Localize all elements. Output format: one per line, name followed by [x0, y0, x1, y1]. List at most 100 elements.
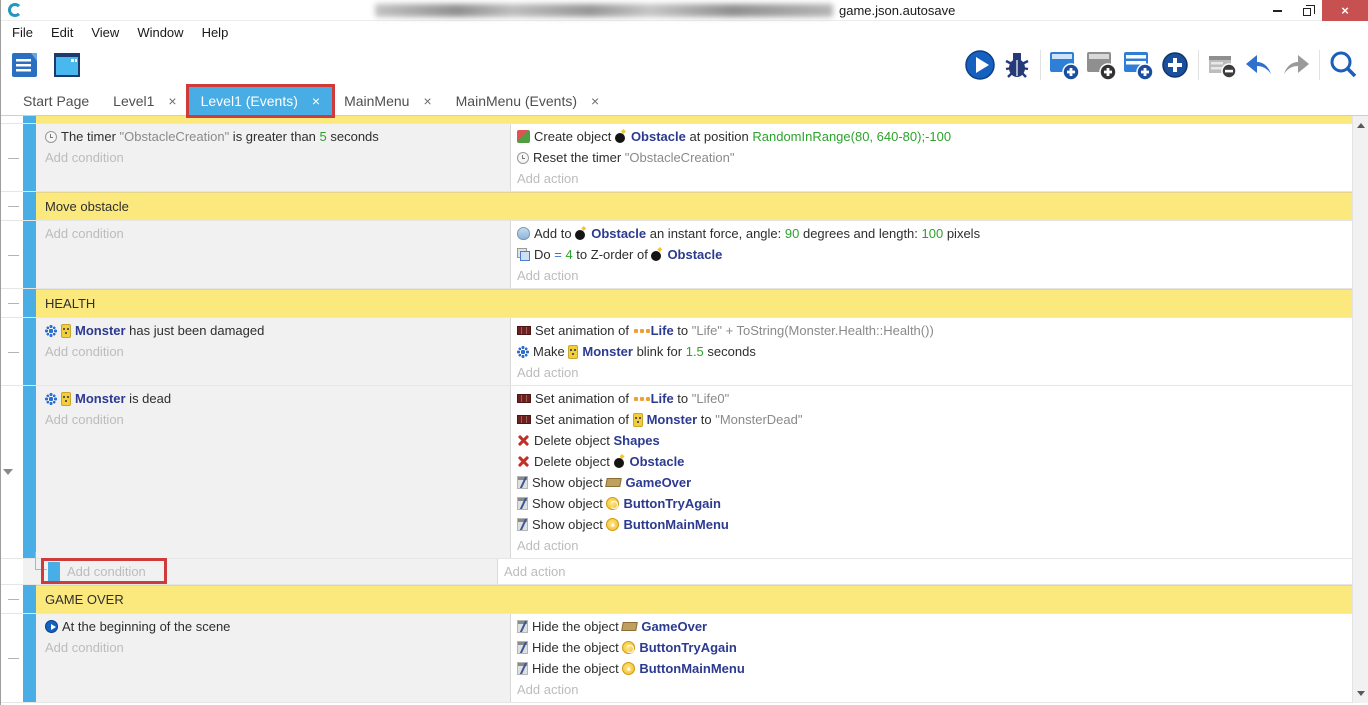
button-mainmenu-object-icon — [622, 662, 635, 675]
condition-line[interactable]: Monster is dead — [45, 388, 510, 409]
debug-button[interactable] — [1000, 48, 1034, 82]
add-action-button[interactable]: Add action — [517, 679, 1352, 700]
add-extension-button[interactable] — [1158, 48, 1192, 82]
add-external-layout-button[interactable] — [1121, 48, 1155, 82]
action-line[interactable]: Do = 4 to Z-order of Obstacle — [517, 244, 1352, 265]
event-selection-bar[interactable] — [23, 124, 36, 191]
add-action-button[interactable]: Add action — [504, 561, 1352, 582]
add-condition-button[interactable]: Add condition — [45, 341, 510, 362]
action-line[interactable]: Delete object Shapes — [517, 430, 1352, 451]
action-line[interactable]: Show object ButtonMainMenu — [517, 514, 1352, 535]
event-group-header[interactable]: Move obstacle — [36, 192, 1352, 220]
tab-mainmenu[interactable]: MainMenu× — [332, 87, 444, 115]
event-group-header[interactable]: GAME OVER — [36, 585, 1352, 613]
search-button[interactable] — [1326, 48, 1360, 82]
rail-tick — [8, 206, 19, 207]
undo-icon — [1243, 49, 1275, 81]
tab-close-icon[interactable]: × — [591, 93, 599, 109]
scroll-up-arrow-icon[interactable] — [1357, 123, 1365, 128]
add-action-button[interactable]: Add action — [517, 362, 1352, 383]
action-line[interactable]: Create object Obstacle at position Rando… — [517, 126, 1352, 147]
event-group-partial[interactable] — [36, 116, 1352, 123]
tab-label: Level1 — [113, 93, 154, 109]
restore-button[interactable] — [1292, 0, 1322, 21]
action-line[interactable]: Hide the object ButtonTryAgain — [517, 637, 1352, 658]
event-selection-bar[interactable] — [23, 614, 36, 702]
toolbar-separator — [1040, 50, 1041, 80]
play-icon — [964, 49, 996, 81]
conditions-cell: Monster has just been damagedAdd conditi… — [36, 318, 511, 385]
toggle-events-disabled-button[interactable] — [1205, 48, 1239, 82]
text-segment: Do — [534, 247, 554, 262]
tab-close-icon[interactable]: × — [423, 93, 431, 109]
conditions-cell: Monster is deadAdd condition — [36, 386, 511, 558]
toolbar-separator — [1319, 50, 1320, 80]
gameover-object-icon — [606, 478, 623, 487]
event-group-header[interactable]: HEALTH — [36, 289, 1352, 317]
add-action-button[interactable]: Add action — [517, 535, 1352, 556]
add-condition-button[interactable]: Add condition — [45, 409, 510, 430]
event-rail — [1, 221, 23, 288]
tab-start-page[interactable]: Start Page — [11, 87, 101, 115]
redo-button[interactable] — [1279, 48, 1313, 82]
text-segment: at position — [686, 129, 753, 144]
start-page-button[interactable] — [51, 48, 85, 82]
action-line[interactable]: Hide the object GameOver — [517, 616, 1352, 637]
condition-line[interactable]: The timer "ObstacleCreation" is greater … — [45, 126, 510, 147]
condition-line[interactable]: Monster has just been damaged — [45, 320, 510, 341]
action-line[interactable]: Set animation of Monster to "MonsterDead… — [517, 409, 1352, 430]
menu-window[interactable]: Window — [128, 25, 192, 40]
condition-line[interactable]: At the beginning of the scene — [45, 616, 510, 637]
action-line[interactable]: Show object GameOver — [517, 472, 1352, 493]
menu-view[interactable]: View — [82, 25, 128, 40]
tab-mainmenu-events-[interactable]: MainMenu (Events)× — [444, 87, 612, 115]
action-line[interactable]: Delete object Obstacle — [517, 451, 1352, 472]
action-line[interactable]: Reset the timer "ObstacleCreation" — [517, 147, 1352, 168]
minimize-button[interactable] — [1262, 0, 1292, 21]
text-segment: Add to — [534, 226, 575, 241]
project-manager-button[interactable] — [9, 48, 43, 82]
start-page-icon — [53, 51, 83, 79]
event-selection-bar[interactable] — [23, 318, 36, 385]
scroll-down-arrow-icon[interactable] — [1357, 691, 1365, 696]
gdevelop-logo-icon — [8, 3, 22, 17]
event-selection-bar[interactable] — [23, 585, 36, 613]
action-line[interactable]: Add to Obstacle an instant force, angle:… — [517, 223, 1352, 244]
event-selection-bar[interactable] — [23, 221, 36, 288]
event-selection-bar[interactable] — [23, 289, 36, 317]
monster-object-icon — [61, 392, 71, 406]
action-line[interactable]: Make Monster blink for 1.5 seconds — [517, 341, 1352, 362]
tab-level1-events-[interactable]: Level1 (Events)× — [189, 87, 332, 115]
undo-button[interactable] — [1242, 48, 1276, 82]
menu-edit[interactable]: Edit — [42, 25, 82, 40]
menu-help[interactable]: Help — [193, 25, 238, 40]
event-selection-bar[interactable] — [23, 386, 36, 558]
obstacle-object-icon — [651, 248, 663, 261]
add-condition-button[interactable]: Add condition — [45, 637, 510, 658]
event-selection-bar[interactable] — [23, 192, 36, 220]
add-action-button[interactable]: Add action — [517, 265, 1352, 286]
add-condition-button[interactable]: Add condition — [45, 147, 510, 168]
delete-icon — [517, 434, 530, 447]
tab-close-icon[interactable]: × — [312, 93, 320, 109]
add-action-button[interactable]: Add action — [517, 168, 1352, 189]
text-segment: Monster — [75, 323, 126, 338]
monster-object-icon — [61, 324, 71, 338]
play-button[interactable] — [963, 48, 997, 82]
close-button[interactable]: × — [1322, 0, 1368, 21]
life-object-icon — [633, 395, 650, 404]
add-scene-button[interactable] — [1047, 48, 1081, 82]
vertical-scrollbar[interactable] — [1352, 116, 1368, 703]
add-condition-button[interactable]: Add condition — [45, 223, 510, 244]
action-line[interactable]: Set animation of Life to "Life" + ToStri… — [517, 320, 1352, 341]
tab-level1[interactable]: Level1 × — [101, 87, 188, 115]
event-rail — [1, 318, 23, 385]
tab-label: Start Page — [23, 93, 89, 109]
add-external-events-button[interactable] — [1084, 48, 1118, 82]
tab-close-icon[interactable]: × — [168, 93, 176, 109]
action-line[interactable]: Hide the object ButtonMainMenu — [517, 658, 1352, 679]
menu-file[interactable]: File — [3, 25, 42, 40]
event-selection-bar[interactable] — [23, 116, 36, 123]
action-line[interactable]: Set animation of Life to "Life0" — [517, 388, 1352, 409]
action-line[interactable]: Show object ButtonTryAgain — [517, 493, 1352, 514]
